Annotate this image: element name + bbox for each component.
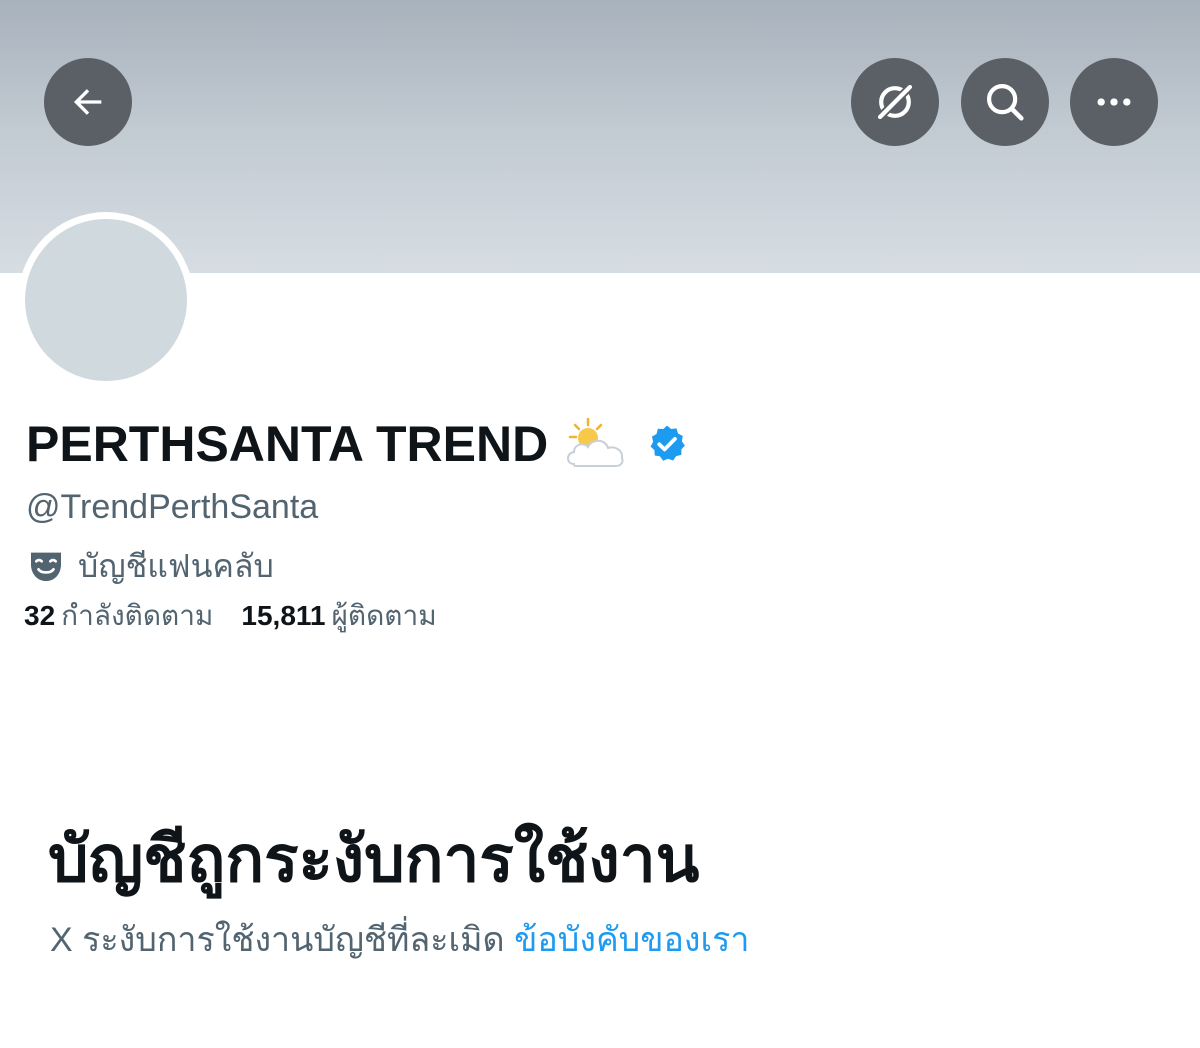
followers-link[interactable]: 15,811 ผู้ติดตาม [241,594,436,638]
profile-handle: @TrendPerthSanta [26,488,319,526]
arrow-left-icon [74,89,102,115]
back-button[interactable] [44,58,132,146]
suspended-description: X ระงับการใช้งานบัญชีที่ละเมิด ข้อบังคับ… [50,912,750,966]
theater-mask-icon [31,552,61,581]
search-icon [986,83,1024,121]
display-name-row: PERTHSANTA TREND [26,412,688,476]
grok-slash-circle-icon [874,81,916,123]
profile-category: บัญชีแฟนคลับ [26,544,274,588]
following-link[interactable]: 32 กำลังติดตาม [24,594,213,638]
avatar-placeholder [25,219,187,381]
search-button[interactable] [961,58,1049,146]
avatar[interactable] [18,212,194,388]
suspended-title: บัญชีถูกระงับการใช้งาน [48,823,700,895]
sun-behind-cloud-emoji [567,417,624,467]
more-button[interactable] [1070,58,1158,146]
following-label: กำลังติดตาม [61,600,214,631]
display-name: PERTHSANTA TREND [26,416,549,472]
rules-link[interactable]: ข้อบังคับของเรา [514,921,749,959]
follow-stats: 32 กำลังติดตาม 15,811 ผู้ติดตาม [24,596,437,636]
following-count: 32 [24,600,56,631]
followers-label: ผู้ติดตาม [331,600,437,631]
verified-badge-icon[interactable] [646,423,688,465]
followers-count: 15,811 [241,600,326,631]
grok-button[interactable] [851,58,939,146]
suspended-description-text: X ระงับการใช้งานบัญชีที่ละเมิด [50,921,505,959]
more-dots-icon [1097,98,1131,106]
category-label: บัญชีแฟนคลับ [78,547,274,584]
